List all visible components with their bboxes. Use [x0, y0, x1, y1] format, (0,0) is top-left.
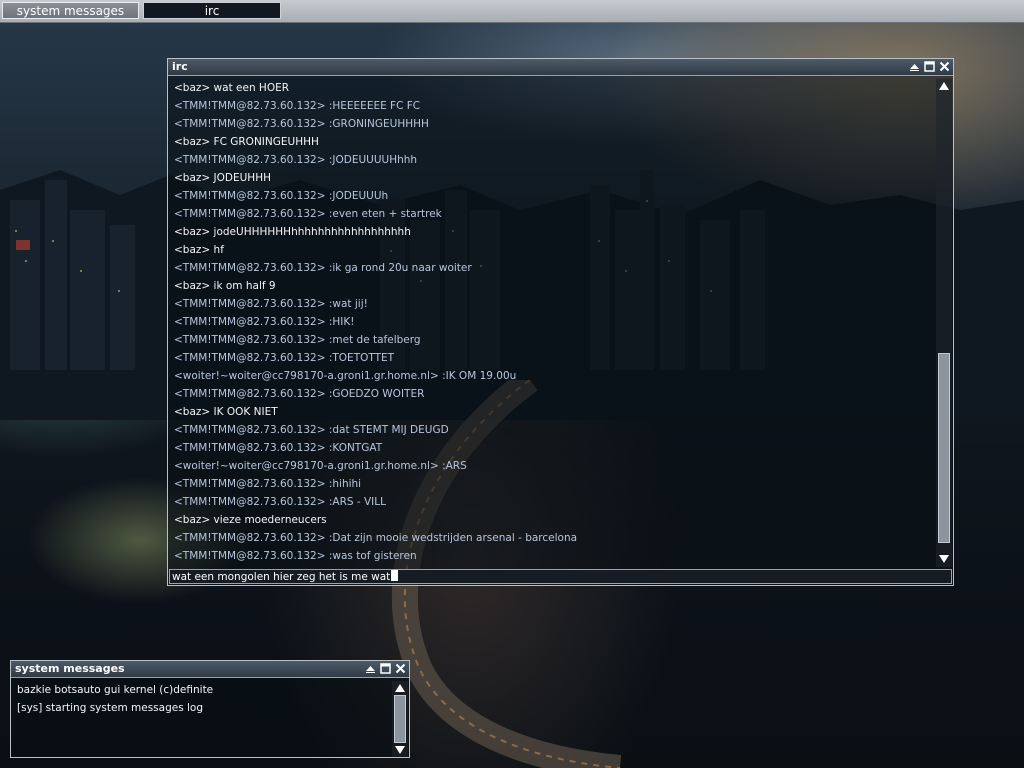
system-messages-log: bazkie botsauto gui kernel (c)definite [… [17, 681, 213, 717]
chat-message: <TMM!TMM@82.73.60.132> :GRONINGEUHHHH [174, 118, 429, 130]
minimize-icon[interactable] [908, 60, 921, 73]
chat-message: <baz> hf [174, 244, 224, 256]
chat-message: <TMM!TMM@82.73.60.132> :HEEEEEEE FC FC [174, 100, 421, 112]
irc-message-log: <baz> wat een HOER <TMM!TMM@82.73.60.132>… [174, 79, 577, 565]
chat-message: <baz> ik om half 9 [174, 280, 276, 292]
scroll-down-arrow-icon[interactable] [394, 745, 406, 755]
chat-message: <TMM!TMM@82.73.60.132> :KONTGAT [174, 442, 383, 454]
irc-input-text: wat een mongolen hier zeg het is me wat [172, 571, 391, 583]
irc-window-titlebar[interactable]: irc [168, 59, 953, 76]
system-messages-title: system messages [15, 662, 125, 675]
irc-window-title: irc [172, 60, 188, 73]
scroll-up-arrow-icon[interactable] [394, 683, 406, 693]
chat-message: <TMM!TMM@82.73.60.132> :hihihi [174, 478, 362, 490]
chat-message: <TMM!TMM@82.73.60.132> :even eten + star… [174, 208, 442, 220]
irc-scrollbar-thumb[interactable] [938, 353, 950, 543]
list-item: bazkie botsauto gui kernel (c)definite [17, 684, 214, 696]
chat-message: <baz> IK OOK NIET [174, 406, 278, 418]
taskbar-tab-irc[interactable]: irc [143, 2, 281, 19]
close-icon[interactable] [938, 60, 951, 73]
system-messages-scrollbar[interactable] [392, 681, 408, 757]
chat-message: <TMM!TMM@82.73.60.132> :was tof gisteren [174, 550, 417, 562]
maximize-icon[interactable] [923, 60, 936, 73]
text-cursor [391, 570, 399, 581]
chat-message: <baz> JODEUHHH [174, 172, 271, 184]
chat-message: <TMM!TMM@82.73.60.132> :Dat zijn mooie w… [174, 532, 578, 544]
chat-message: <TMM!TMM@82.73.60.132> :ik ga rond 20u n… [174, 262, 472, 274]
chat-message: <woiter!~woiter@cc798170-a.groni1.gr.hom… [174, 460, 467, 472]
chat-message: <baz> jodeUHHHHHHhhhhhhhhhhhhhhhhhh [174, 226, 411, 238]
system-messages-titlebar[interactable]: system messages [11, 661, 409, 678]
chat-message: <baz> vieze moederneucers [174, 514, 327, 526]
close-icon[interactable] [394, 662, 407, 675]
taskbar-tab-system-messages[interactable]: system messages [2, 2, 139, 19]
chat-message: <TMM!TMM@82.73.60.132> :met de tafelberg [174, 334, 421, 346]
chat-message: <TMM!TMM@82.73.60.132> :dat STEMT MIJ DE… [174, 424, 449, 436]
system-messages-scrollbar-thumb[interactable] [394, 695, 406, 743]
maximize-icon[interactable] [379, 662, 392, 675]
system-messages-window: system messages bazkie botsauto gui kern… [10, 660, 410, 758]
chat-message: <woiter!~woiter@cc798170-a.groni1.gr.hom… [174, 370, 517, 382]
scroll-up-arrow-icon[interactable] [938, 81, 950, 91]
chat-message: <baz> wat een HOER [174, 82, 290, 94]
chat-message: <TMM!TMM@82.73.60.132> :JODEUUUUHhhh [174, 154, 418, 166]
chat-message: <TMM!TMM@82.73.60.132> :TOETOTTET [174, 352, 395, 364]
chat-message: <TMM!TMM@82.73.60.132> :ARS - VILL [174, 496, 386, 508]
list-item: [sys] starting system messages log [17, 702, 204, 714]
irc-window: irc <baz> wat een HOER <TMM!TMM@82.73.60.… [167, 58, 954, 586]
chat-message: <TMM!TMM@82.73.60.132> :GOEDZO WOITER [174, 388, 425, 400]
irc-input-field[interactable]: wat een mongolen hier zeg het is me wat [169, 569, 952, 584]
chat-message: <baz> FC GRONINGEUHHH [174, 136, 319, 148]
taskbar: system messages irc [0, 0, 1024, 23]
chat-message: <TMM!TMM@82.73.60.132> :JODEUUUh [174, 190, 389, 202]
irc-scrollbar[interactable] [936, 79, 952, 567]
scroll-down-arrow-icon[interactable] [938, 554, 950, 564]
chat-message: <TMM!TMM@82.73.60.132> :HIK! [174, 316, 355, 328]
minimize-icon[interactable] [364, 662, 377, 675]
chat-message: <TMM!TMM@82.73.60.132> :wat jij! [174, 298, 368, 310]
